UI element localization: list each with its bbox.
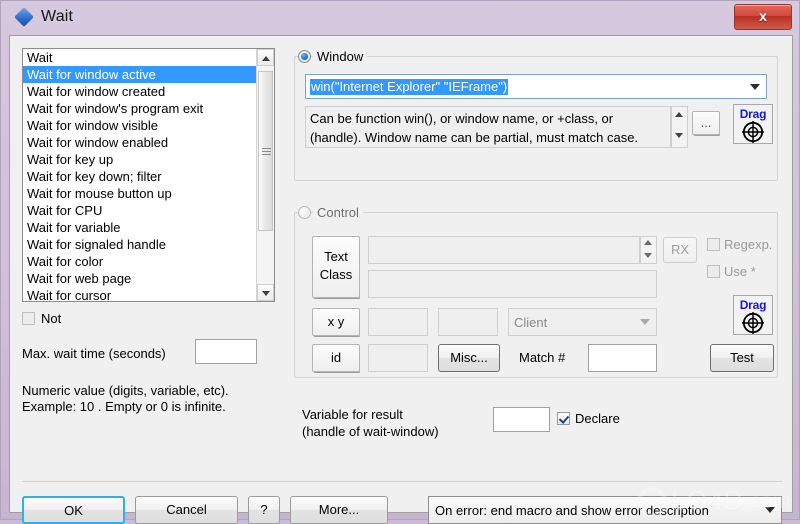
- max-wait-hint-line1: Numeric value (digits, variable, etc).: [22, 383, 229, 398]
- spinner-up-button[interactable]: [641, 237, 656, 250]
- scroll-down-button[interactable]: [257, 284, 274, 301]
- list-item[interactable]: Wait for window enabled: [23, 134, 257, 151]
- wait-dialog-window: Wait x Wait Wait for window active Wait fo…: [0, 0, 800, 524]
- window-info-box: Can be function win(), or window name, o…: [305, 106, 671, 148]
- window-group-title: Window: [313, 49, 368, 64]
- window-info-line1: Can be function win(), or window name, o…: [310, 111, 614, 126]
- y-input[interactable]: [438, 308, 498, 336]
- scrollbar-thumb[interactable]: [258, 71, 273, 231]
- close-button[interactable]: x: [734, 4, 792, 30]
- text-class-line1: Text: [324, 249, 348, 264]
- grip-icon: [262, 148, 271, 155]
- declare-checkbox-label: Declare: [575, 411, 620, 426]
- declare-checkbox[interactable]: [557, 412, 570, 425]
- spinner-down-button[interactable]: [641, 250, 656, 263]
- not-checkbox[interactable]: [22, 312, 35, 325]
- list-item[interactable]: Wait: [23, 49, 257, 66]
- list-item[interactable]: Wait for window created: [23, 83, 257, 100]
- crosshair-target-icon: [742, 121, 764, 143]
- chevron-down-icon: [640, 319, 650, 325]
- list-item[interactable]: Wait for variable: [23, 219, 257, 236]
- result-label-line2: (handle of wait-window): [302, 424, 439, 439]
- command-listbox[interactable]: Wait Wait for window active Wait for windo…: [22, 48, 275, 302]
- list-item[interactable]: Wait for mouse button up: [23, 185, 257, 202]
- result-variable-input[interactable]: [493, 407, 550, 432]
- result-label-line1: Variable for result: [302, 407, 403, 422]
- list-item[interactable]: Wait for color: [23, 253, 257, 270]
- list-item[interactable]: Wait for signaled handle: [23, 236, 257, 253]
- close-icon: x: [759, 8, 767, 24]
- regexp-checkbox-label: Regexp.: [724, 237, 773, 252]
- control-radio[interactable]: [298, 206, 311, 219]
- command-list-scrollbar[interactable]: [256, 49, 274, 301]
- window-radio[interactable]: [298, 50, 311, 63]
- window-info-spinner[interactable]: [671, 106, 688, 148]
- coord-mode-value: Client: [514, 315, 548, 330]
- list-item[interactable]: Wait for window visible: [23, 117, 257, 134]
- footer-separator: [22, 481, 782, 482]
- spinner-down-button[interactable]: [672, 127, 687, 147]
- list-item[interactable]: Wait for cursor: [23, 287, 257, 301]
- xy-button[interactable]: x y: [312, 308, 360, 336]
- text-class-button[interactable]: Text Class: [312, 236, 360, 298]
- control-text-spinner[interactable]: [640, 236, 657, 264]
- dialog-client-area: Wait Wait for window active Wait for windo…: [9, 35, 793, 524]
- control-group-title: Control: [313, 205, 363, 220]
- chevron-down-icon: [765, 507, 775, 513]
- text-class-line2: Class: [319, 267, 353, 282]
- window-combo[interactable]: win("Internet Explorer" "IEFrame"): [305, 74, 767, 99]
- window-browse-button[interactable]: ...: [692, 111, 720, 135]
- title-bar: Wait x: [1, 1, 800, 35]
- list-item[interactable]: Wait for web page: [23, 270, 257, 287]
- triangle-down-icon: [644, 253, 652, 258]
- triangle-up-icon: [262, 56, 270, 61]
- id-input[interactable]: [368, 344, 428, 372]
- spinner-up-button[interactable]: [672, 107, 687, 127]
- window-title: Wait: [41, 8, 74, 25]
- list-item[interactable]: Wait for key up: [23, 151, 257, 168]
- coord-mode-combo[interactable]: Client: [508, 308, 657, 336]
- window-drag-label: Drag: [739, 107, 767, 121]
- list-item[interactable]: Wait for window active: [23, 66, 257, 83]
- crosshair-target-icon: [742, 312, 764, 334]
- match-number-label: Match #: [519, 350, 566, 365]
- scroll-up-button[interactable]: [257, 49, 274, 66]
- list-item[interactable]: Wait for CPU: [23, 202, 257, 219]
- rx-button[interactable]: RX: [663, 237, 697, 263]
- not-checkbox-label: Not: [41, 311, 62, 326]
- list-item[interactable]: Wait for key down; filter: [23, 168, 257, 185]
- misc-button[interactable]: Misc...: [438, 344, 500, 372]
- triangle-down-icon: [675, 133, 683, 138]
- blue-diamond-icon: [14, 7, 34, 27]
- max-wait-hint-line2: Example: 10 . Empty or 0 is infinite.: [22, 399, 226, 414]
- chevron-down-icon: [750, 84, 760, 90]
- max-wait-label: Max. wait time (seconds): [22, 346, 166, 361]
- match-number-input[interactable]: [588, 344, 657, 372]
- control-drag-button[interactable]: Drag: [733, 295, 773, 335]
- x-input[interactable]: [368, 308, 428, 336]
- triangle-up-icon: [675, 112, 683, 117]
- window-info-line2: (handle). Window name can be partial, mu…: [310, 130, 639, 145]
- control-text-input[interactable]: [368, 236, 640, 264]
- test-button[interactable]: Test: [710, 344, 774, 372]
- window-drag-button[interactable]: Drag: [733, 104, 773, 144]
- use-star-checkbox-label: Use *: [724, 264, 756, 279]
- list-item[interactable]: Wait for window's program exit: [23, 100, 257, 117]
- use-star-checkbox[interactable]: [707, 265, 720, 278]
- control-drag-label: Drag: [739, 298, 767, 312]
- regexp-checkbox[interactable]: [707, 238, 720, 251]
- control-class-input[interactable]: [368, 270, 657, 298]
- triangle-down-icon: [262, 291, 270, 296]
- id-button[interactable]: id: [312, 344, 360, 372]
- on-error-value: On error: end macro and show error descr…: [435, 503, 709, 518]
- max-wait-input[interactable]: [195, 339, 257, 364]
- window-combo-value: win("Internet Explorer" "IEFrame"): [310, 79, 509, 95]
- triangle-up-icon: [644, 240, 652, 245]
- command-list-items: Wait Wait for window active Wait for windo…: [23, 49, 257, 301]
